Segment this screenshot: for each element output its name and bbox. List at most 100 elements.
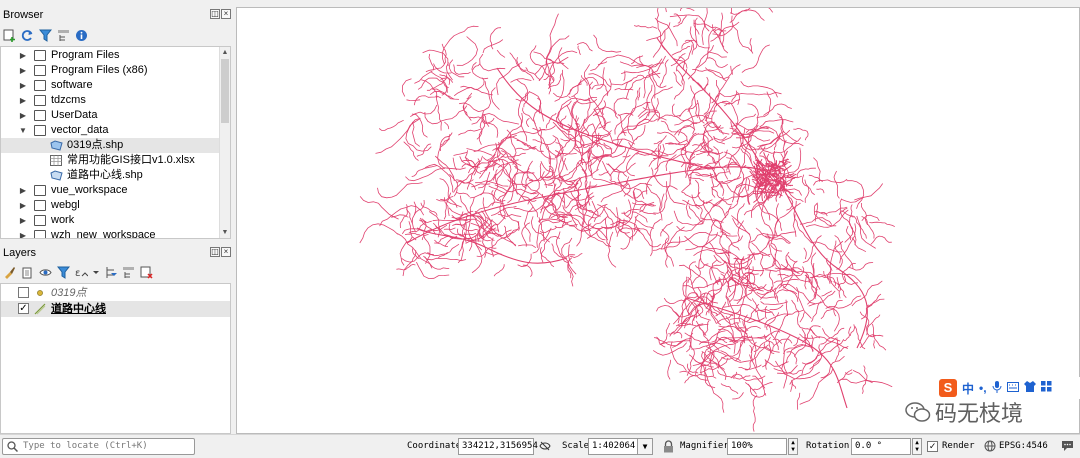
expand-arrow-icon[interactable]: ▶ [19, 78, 27, 93]
status-bar: Type to locate (Ctrl+K) Coordinate 33421… [0, 434, 1080, 458]
scroll-up-icon[interactable]: ▲ [220, 47, 230, 58]
eye-icon[interactable] [39, 266, 52, 279]
tree-item-vue-workspace[interactable]: ▶ vue_workspace [1, 183, 230, 198]
globe-icon[interactable] [984, 440, 996, 455]
line-symbol-icon [34, 303, 46, 315]
magnifier-field[interactable]: 100% [727, 438, 787, 455]
keyboard-icon[interactable] [1006, 381, 1019, 395]
tree-item-work[interactable]: ▶ work [1, 213, 230, 228]
chevron-down-icon[interactable]: ▼ [637, 438, 653, 455]
toggle-extents-icon[interactable] [538, 439, 552, 456]
tree-item-label: 0319点.shp [67, 139, 124, 151]
coordinate-label: Coordinate [407, 441, 462, 451]
add-group-icon[interactable] [21, 266, 34, 279]
rotation-stepper[interactable]: ▲ ▼ [912, 438, 922, 455]
folder-icon [34, 215, 46, 226]
wechat-icon [905, 402, 931, 422]
expand-arrow-icon[interactable]: ▶ [19, 228, 27, 238]
tree-item-label: 常用功能GIS接口v1.0.xlsx [67, 154, 195, 166]
render-checkbox[interactable]: ✓ [927, 441, 938, 452]
layer-visibility-checkbox[interactable] [18, 287, 29, 298]
tree-item-label: work [51, 214, 75, 226]
scroll-down-icon[interactable]: ▼ [220, 227, 230, 238]
scale-combo[interactable]: 1:402064 [588, 438, 638, 455]
layer-label: 0319点 [51, 287, 87, 299]
expand-arrow-icon[interactable]: ▶ [19, 108, 27, 123]
filter-expression-icon[interactable]: ε [75, 266, 88, 279]
folder-icon [34, 80, 46, 91]
rotation-field[interactable]: 0.0 ° [851, 438, 911, 455]
add-selected-icon[interactable] [3, 29, 16, 42]
locator-placeholder: Type to locate (Ctrl+K) [23, 441, 148, 451]
tree-item-wzh-new-workspace[interactable]: ▶ wzh_new_workspace [1, 228, 230, 238]
collapse-all-icon[interactable] [57, 29, 70, 42]
tree-item-label: tdzcms [51, 94, 86, 106]
microphone-icon[interactable] [992, 380, 1002, 396]
expand-arrow-icon[interactable]: ▶ [19, 48, 27, 63]
qgis-window: Browser ◫ × ▶ Program Files ▶ Program Fi… [0, 0, 1080, 458]
messages-icon[interactable] [1061, 440, 1074, 455]
filter-icon[interactable] [39, 29, 52, 42]
folder-icon [34, 65, 46, 76]
tree-item-tdzcms[interactable]: ▶ tdzcms [1, 93, 230, 108]
tree-item-0319-shp[interactable]: 0319点.shp [1, 138, 230, 153]
tree-item-label: Program Files (x86) [51, 64, 148, 76]
browser-title: Browser [3, 9, 44, 21]
locator-search[interactable]: Type to locate (Ctrl+K) [2, 438, 195, 455]
crs-label[interactable]: EPSG:4546 [999, 441, 1048, 451]
dropdown-arrow-icon[interactable] [93, 266, 99, 279]
collapse-all-icon[interactable] [122, 266, 135, 279]
remove-layer-icon[interactable] [140, 266, 153, 279]
expand-arrow-icon[interactable]: ▶ [19, 63, 27, 78]
float-panel-icon[interactable]: ◫ [210, 247, 220, 257]
map-canvas[interactable] [236, 7, 1080, 434]
filter-icon[interactable] [57, 266, 70, 279]
layer-visibility-checkbox[interactable]: ✓ [18, 303, 29, 314]
spreadsheet-icon [50, 155, 62, 166]
tree-item-label: Program Files [51, 49, 120, 61]
tree-item-software[interactable]: ▶ software [1, 78, 230, 93]
ime-mode[interactable]: 中 [962, 380, 974, 397]
refresh-icon[interactable] [21, 29, 34, 42]
tree-item-webgl[interactable]: ▶ webgl [1, 198, 230, 213]
folder-icon [34, 110, 46, 121]
layer-item-0319[interactable]: 0319点 [1, 285, 230, 301]
expand-arrow-icon[interactable]: ▶ [19, 213, 27, 228]
tree-item-xlsx[interactable]: 常用功能GIS接口v1.0.xlsx [1, 153, 230, 168]
browser-tree[interactable]: ▶ Program Files ▶ Program Files (x86) ▶ … [0, 46, 231, 239]
close-panel-icon[interactable]: × [221, 9, 231, 19]
expand-all-icon[interactable] [104, 266, 117, 279]
expand-arrow-icon[interactable]: ▶ [19, 198, 27, 213]
svg-text:ε: ε [75, 268, 80, 279]
expand-arrow-icon[interactable]: ▶ [19, 93, 27, 108]
folder-icon [34, 230, 46, 238]
tree-item-vector-data[interactable]: ▼ vector_data [1, 123, 230, 138]
layers-tree[interactable]: 0319点 ✓ 道路中心线 [0, 283, 231, 434]
lock-scale-icon[interactable] [663, 440, 674, 456]
layers-panel-title: Layers ◫ × [0, 244, 234, 262]
collapse-arrow-icon[interactable]: ▼ [19, 123, 27, 138]
coordinate-field[interactable]: 334212,3156954 [458, 438, 538, 455]
style-icon[interactable] [3, 266, 16, 279]
tree-item-road-shp[interactable]: 道路中心线.shp [1, 168, 230, 183]
close-panel-icon[interactable]: × [221, 247, 231, 257]
layer-item-road-centerline[interactable]: ✓ 道路中心线 [1, 301, 230, 317]
float-panel-icon[interactable]: ◫ [210, 9, 220, 19]
toolbox-icon[interactable] [1040, 381, 1052, 395]
tree-item-program-files-x86[interactable]: ▶ Program Files (x86) [1, 63, 230, 78]
browser-scrollbar[interactable]: ▲ ▼ [219, 47, 230, 238]
magnifier-label: Magnifier [680, 441, 729, 451]
layer-label: 道路中心线 [51, 303, 106, 315]
shapefile-icon [50, 140, 63, 151]
expand-arrow-icon[interactable]: ▶ [19, 183, 27, 198]
tree-item-userdata[interactable]: ▶ UserData [1, 108, 230, 123]
punctuation-icon[interactable]: •, [979, 381, 987, 395]
ime-logo[interactable]: S [939, 379, 957, 397]
magnifier-stepper[interactable]: ▲ ▼ [788, 438, 798, 455]
skin-icon[interactable] [1023, 381, 1036, 395]
scroll-thumb[interactable] [221, 59, 229, 123]
folder-icon [34, 50, 46, 61]
watermark: 码无枝境 [905, 396, 1023, 428]
properties-icon[interactable] [75, 29, 88, 42]
tree-item-program-files[interactable]: ▶ Program Files [1, 48, 230, 63]
